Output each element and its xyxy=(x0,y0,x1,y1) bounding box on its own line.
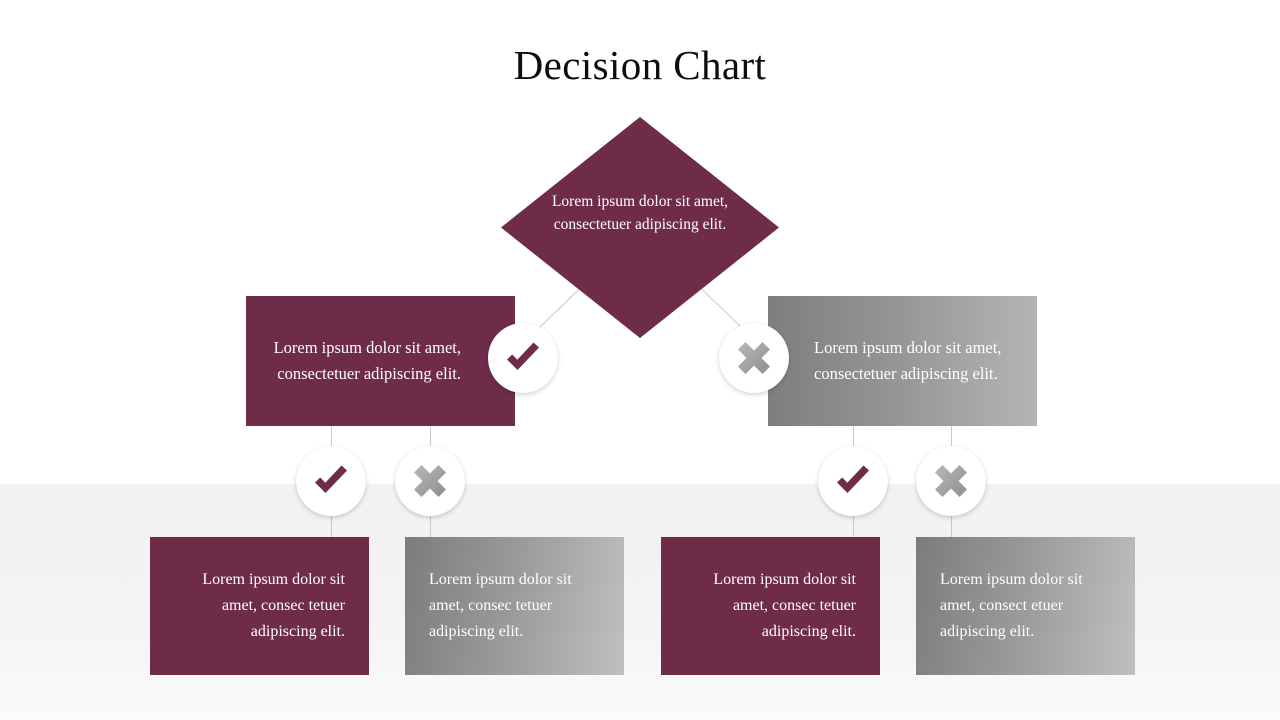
outcome-box-4[interactable]: Lorem ipsum dolor sit amet, consect etue… xyxy=(916,537,1135,675)
page-title: Decision Chart xyxy=(513,42,767,88)
outcome-box-1-text: Lorem ipsum dolor sit amet, consec tetue… xyxy=(202,571,345,640)
check-icon[interactable] xyxy=(296,446,366,516)
outcome-box-3-text: Lorem ipsum dolor sit amet, consec tetue… xyxy=(713,571,856,640)
cross-icon[interactable] xyxy=(395,446,465,516)
check-icon[interactable] xyxy=(488,323,558,393)
branch-box-yes-text: Lorem ipsum dolor sit amet, consectetuer… xyxy=(273,338,461,383)
outcome-box-2-text: Lorem ipsum dolor sit amet, consec tetue… xyxy=(429,571,572,640)
check-icon[interactable] xyxy=(818,446,888,516)
outcome-box-1[interactable]: Lorem ipsum dolor sit amet, consec tetue… xyxy=(150,537,369,675)
branch-box-no-text: Lorem ipsum dolor sit amet, consectetuer… xyxy=(814,338,1002,383)
outcome-box-2[interactable]: Lorem ipsum dolor sit amet, consec tetue… xyxy=(405,537,624,675)
outcome-box-4-text: Lorem ipsum dolor sit amet, consect etue… xyxy=(940,571,1083,640)
branch-box-no[interactable]: Lorem ipsum dolor sit amet, consectetuer… xyxy=(768,296,1037,426)
decision-diamond[interactable]: Lorem ipsum dolor sit amet, consectetuer… xyxy=(501,117,779,338)
decision-diamond-text: Lorem ipsum dolor sit amet, consectetuer… xyxy=(551,193,729,233)
cross-icon[interactable] xyxy=(916,446,986,516)
cross-icon[interactable] xyxy=(719,323,789,393)
branch-box-yes[interactable]: Lorem ipsum dolor sit amet, consectetuer… xyxy=(246,296,515,426)
decision-chart-slide: Decision Chart Lorem ipsum dolor sit ame… xyxy=(0,0,1280,720)
outcome-box-3[interactable]: Lorem ipsum dolor sit amet, consec tetue… xyxy=(661,537,880,675)
